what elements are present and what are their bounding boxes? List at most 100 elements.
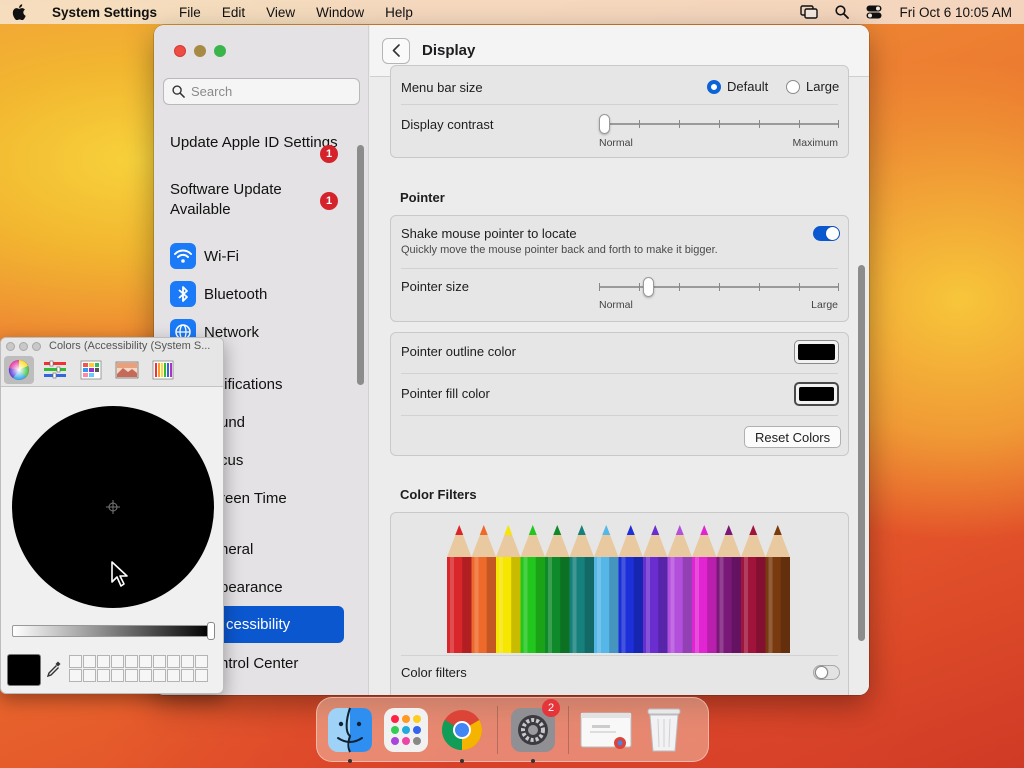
control-center-icon[interactable] <box>866 5 882 19</box>
custom-swatch-cell[interactable] <box>69 669 82 682</box>
reset-colors-button[interactable]: Reset Colors <box>744 426 842 448</box>
custom-swatch-cell[interactable] <box>153 669 166 682</box>
dock-finder[interactable] <box>325 705 375 763</box>
sidebar-item-bluetooth[interactable]: Bluetooth <box>170 279 345 309</box>
custom-swatch-cell[interactable] <box>83 655 96 668</box>
close-button[interactable] <box>174 45 186 57</box>
pencil <box>496 525 521 653</box>
custom-swatch-cell[interactable] <box>167 669 180 682</box>
chevron-left-icon <box>392 44 400 57</box>
color-wheel[interactable] <box>12 406 214 608</box>
slider-knob[interactable] <box>642 277 654 297</box>
custom-swatch-cell[interactable] <box>69 655 82 668</box>
menu-bar-size-default-radio[interactable]: Default <box>707 79 768 94</box>
menu-view[interactable]: View <box>266 5 295 20</box>
custom-swatch-cell[interactable] <box>195 669 208 682</box>
current-color-swatch[interactable] <box>7 654 41 686</box>
slider-knob[interactable] <box>207 622 215 640</box>
minimize-button[interactable] <box>194 45 206 57</box>
shake-pointer-toggle[interactable] <box>813 226 840 241</box>
zoom-button[interactable] <box>214 45 226 57</box>
custom-swatch-cell[interactable] <box>181 655 194 668</box>
slider-knob[interactable] <box>599 114 610 134</box>
menu-edit[interactable]: Edit <box>222 5 245 20</box>
back-button[interactable] <box>382 37 410 64</box>
custom-swatch-cell[interactable] <box>111 655 124 668</box>
sidebar-item-notifications[interactable]: tifications <box>220 369 395 399</box>
colors-close-button[interactable] <box>6 341 15 351</box>
display-pane: Display Menu bar size Default Large Disp… <box>370 25 869 695</box>
custom-swatch-cell[interactable] <box>139 669 152 682</box>
dock-chrome[interactable] <box>437 705 487 763</box>
pencil <box>765 525 790 653</box>
spotlight-search-icon[interactable] <box>835 5 850 19</box>
search-field[interactable] <box>163 78 360 105</box>
divider <box>401 268 838 269</box>
custom-swatch-cell[interactable] <box>167 655 180 668</box>
custom-swatch-cell[interactable] <box>83 669 96 682</box>
radio-label: Default <box>727 79 769 94</box>
eyedropper-icon[interactable] <box>46 660 62 681</box>
custom-swatch-cell[interactable] <box>153 655 166 668</box>
sidebar-item-wifi[interactable]: Wi-Fi <box>170 241 345 271</box>
screen-mirroring-icon[interactable] <box>800 5 819 19</box>
slider-tick <box>759 283 760 291</box>
color-filters-toggle[interactable] <box>813 665 840 680</box>
display-contrast-slider[interactable] <box>599 114 839 134</box>
dock-launchpad[interactable] <box>381 705 431 755</box>
crayons-tab[interactable] <box>148 356 178 384</box>
brightness-slider[interactable] <box>12 622 215 640</box>
color-filters-label: Color filters <box>401 665 467 680</box>
pointer-outline-color-well[interactable] <box>794 340 839 364</box>
sidebar-item-accessibility[interactable]: cessibility <box>212 606 344 643</box>
bluetooth-icon <box>170 281 196 307</box>
sidebar-item-sound[interactable]: und <box>220 407 395 437</box>
pencil <box>569 525 594 653</box>
custom-swatch-cell[interactable] <box>111 669 124 682</box>
sidebar-item-general[interactable]: neral <box>220 534 395 564</box>
sidebar-item-screen-time[interactable]: reen Time <box>220 483 395 513</box>
sidebar-item-software-update[interactable]: Software Update Available <box>170 180 345 220</box>
sidebar-item-appearance[interactable]: pearance <box>220 572 395 602</box>
menu-window[interactable]: Window <box>316 5 364 20</box>
image-palettes-tab[interactable] <box>112 356 142 384</box>
pointer-size-slider[interactable] <box>599 277 839 297</box>
apple-menu-icon[interactable] <box>12 4 40 20</box>
slider-tick <box>599 283 600 291</box>
menu-file[interactable]: File <box>179 5 201 20</box>
dock-system-settings[interactable]: 2 <box>508 698 560 763</box>
colors-zoom-button[interactable] <box>32 341 41 351</box>
color-sliders-tab[interactable] <box>40 356 70 384</box>
custom-swatch-cell[interactable] <box>181 669 194 682</box>
pointer-fill-color-well[interactable] <box>794 382 839 406</box>
mouse-cursor-icon <box>111 561 128 587</box>
slider-tick <box>639 283 640 291</box>
custom-swatch-cell[interactable] <box>97 655 110 668</box>
app-name-menu[interactable]: System Settings <box>52 5 157 20</box>
pointer-group: Shake mouse pointer to locate Quickly mo… <box>390 215 849 322</box>
slider-tick <box>679 283 680 291</box>
pencil <box>447 525 472 653</box>
sidebar-item-focus[interactable]: cus <box>220 445 395 475</box>
dock-trash[interactable] <box>639 705 689 755</box>
content-scrollbar[interactable] <box>858 265 865 641</box>
sidebar-item-update-apple-id[interactable]: Update Apple ID Settings <box>170 133 345 153</box>
colors-minimize-button[interactable] <box>19 341 28 351</box>
custom-swatch-cell[interactable] <box>195 655 208 668</box>
color-wheel-tab[interactable] <box>4 356 34 384</box>
pointer-size-min-label: Normal <box>599 299 633 311</box>
sidebar-item-label: Wi-Fi <box>204 247 239 265</box>
sidebar-scrollbar[interactable] <box>357 145 364 385</box>
color-palettes-tab[interactable] <box>76 356 106 384</box>
window-thumbnail-icon <box>580 712 632 749</box>
clock[interactable]: Fri Oct 6 10:05 AM <box>899 5 1012 20</box>
custom-swatch-cell[interactable] <box>97 669 110 682</box>
dock-chrome-window-preview[interactable] <box>579 705 633 755</box>
custom-swatch-cell[interactable] <box>125 655 138 668</box>
sidebar-item-control-center[interactable]: ntrol Center <box>220 648 395 678</box>
custom-swatch-cell[interactable] <box>139 655 152 668</box>
search-input[interactable] <box>191 84 351 99</box>
menu-bar-size-large-radio[interactable]: Large <box>786 79 839 94</box>
custom-swatch-cell[interactable] <box>125 669 138 682</box>
menu-help[interactable]: Help <box>385 5 413 20</box>
